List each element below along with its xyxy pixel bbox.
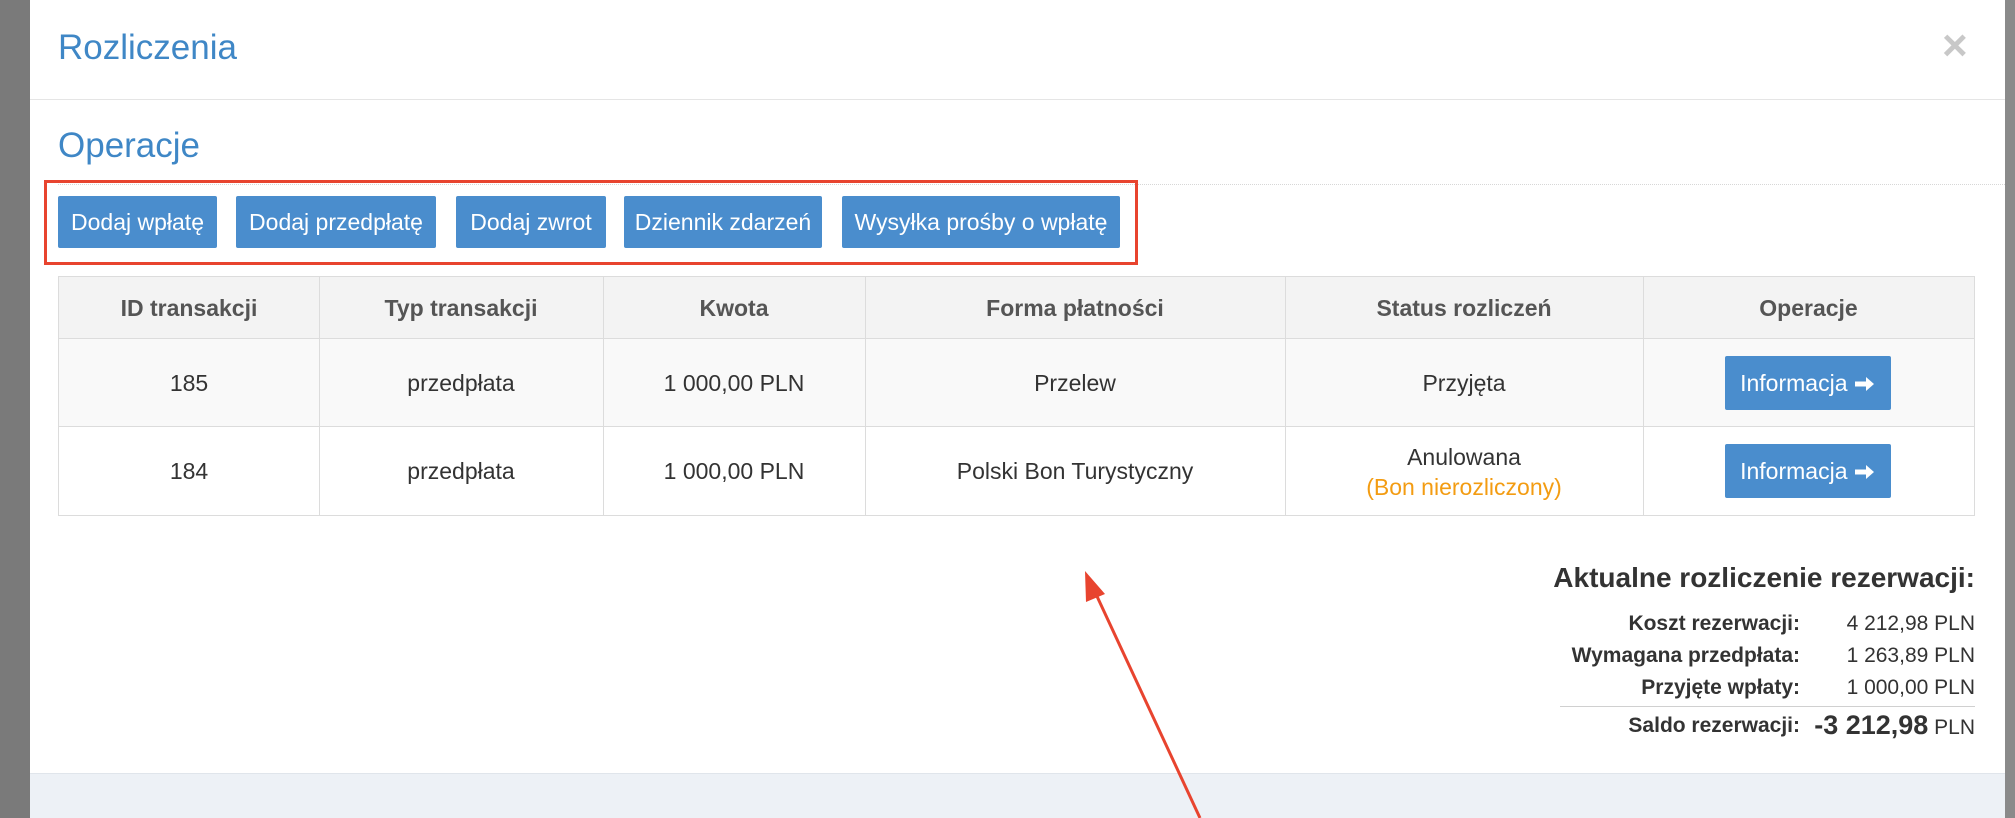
- header-status: Status rozliczeń: [1376, 295, 1552, 321]
- payment-request-button[interactable]: Wysyłka prośby o wpłatę: [842, 196, 1120, 248]
- header-amount: Kwota: [699, 295, 769, 321]
- column-divider: [865, 277, 866, 515]
- column-divider: [1643, 277, 1644, 515]
- column-divider: [603, 277, 604, 515]
- summary-balance-currency: PLN: [1934, 716, 1975, 739]
- summary-title: Aktualne rozliczenie rezerwacji:: [1553, 562, 1975, 593]
- modal-header: Rozliczenia ×: [30, 0, 2005, 100]
- column-divider: [1285, 277, 1286, 515]
- arrow-right-icon: [1854, 377, 1874, 391]
- settlement-status: Anulowana: [1407, 444, 1521, 470]
- payment-method: Polski Bon Turystyczny: [956, 458, 1194, 484]
- info-button-label: Informacja: [1740, 370, 1848, 396]
- transactions-table: ID transakcji Typ transakcji Kwota Forma…: [58, 276, 1975, 516]
- summary-balance: -3 212,98 PLN: [1775, 710, 1975, 741]
- transaction-amount: 1 000,00 PLN: [663, 370, 805, 396]
- summary-label-accepted-payments: Przyjęte wpłaty:: [1641, 676, 1800, 699]
- add-prepayment-button[interactable]: Dodaj przedpłatę: [236, 196, 436, 248]
- table-row: 185 przedpłata 1 000,00 PLN Przelew Przy…: [59, 339, 1974, 427]
- section-title: Operacje: [58, 126, 201, 165]
- transaction-amount: 1 000,00 PLN: [663, 458, 805, 484]
- add-payment-button[interactable]: Dodaj wpłatę: [58, 196, 217, 248]
- event-log-button[interactable]: Dziennik zdarzeń: [624, 196, 822, 248]
- summary-label-required-prepayment: Wymagana przedpłata:: [1571, 644, 1800, 667]
- close-icon[interactable]: ×: [1942, 24, 1968, 68]
- table-row: 184 przedpłata 1 000,00 PLN Polski Bon T…: [59, 427, 1974, 515]
- info-button-label: Informacja: [1740, 458, 1848, 484]
- header-payment-method: Forma płatności: [986, 295, 1164, 321]
- summary-value-required-prepayment: 1 263,89 PLN: [1846, 644, 1975, 667]
- settlement-status: Przyjęta: [1422, 370, 1506, 396]
- summary-divider: [1560, 706, 1975, 707]
- modal-footer: [30, 773, 2005, 818]
- column-divider: [319, 277, 320, 515]
- payment-method: Przelew: [1034, 370, 1116, 396]
- summary-balance-value: -3 212,98: [1814, 710, 1929, 740]
- status-note: (Bon nierozliczony): [1366, 474, 1562, 500]
- table-header: ID transakcji Typ transakcji Kwota Forma…: [59, 277, 1974, 339]
- info-button[interactable]: Informacja: [1725, 356, 1891, 410]
- summary-value-accepted-payments: 1 000,00 PLN: [1846, 676, 1975, 699]
- header-operations: Operacje: [1759, 295, 1858, 321]
- summary-label-balance: Saldo rezerwacji:: [1628, 714, 1800, 737]
- summary-value-cost: 4 212,98 PLN: [1846, 612, 1975, 635]
- transaction-type: przedpłata: [407, 370, 515, 396]
- settlements-modal: Rozliczenia × Operacje Dodaj wpłatę Doda…: [30, 0, 2005, 818]
- info-button[interactable]: Informacja: [1725, 444, 1891, 498]
- transaction-type: przedpłata: [407, 458, 515, 484]
- header-transaction-type: Typ transakcji: [384, 295, 538, 321]
- summary-label-cost: Koszt rezerwacji:: [1628, 612, 1800, 635]
- arrow-right-icon: [1854, 465, 1874, 479]
- transaction-id: 184: [169, 458, 209, 484]
- modal-title: Rozliczenia: [58, 28, 237, 67]
- transaction-id: 185: [169, 370, 209, 396]
- header-transaction-id: ID transakcji: [120, 295, 258, 321]
- backdrop: [2005, 0, 2015, 818]
- add-refund-button[interactable]: Dodaj zwrot: [456, 196, 606, 248]
